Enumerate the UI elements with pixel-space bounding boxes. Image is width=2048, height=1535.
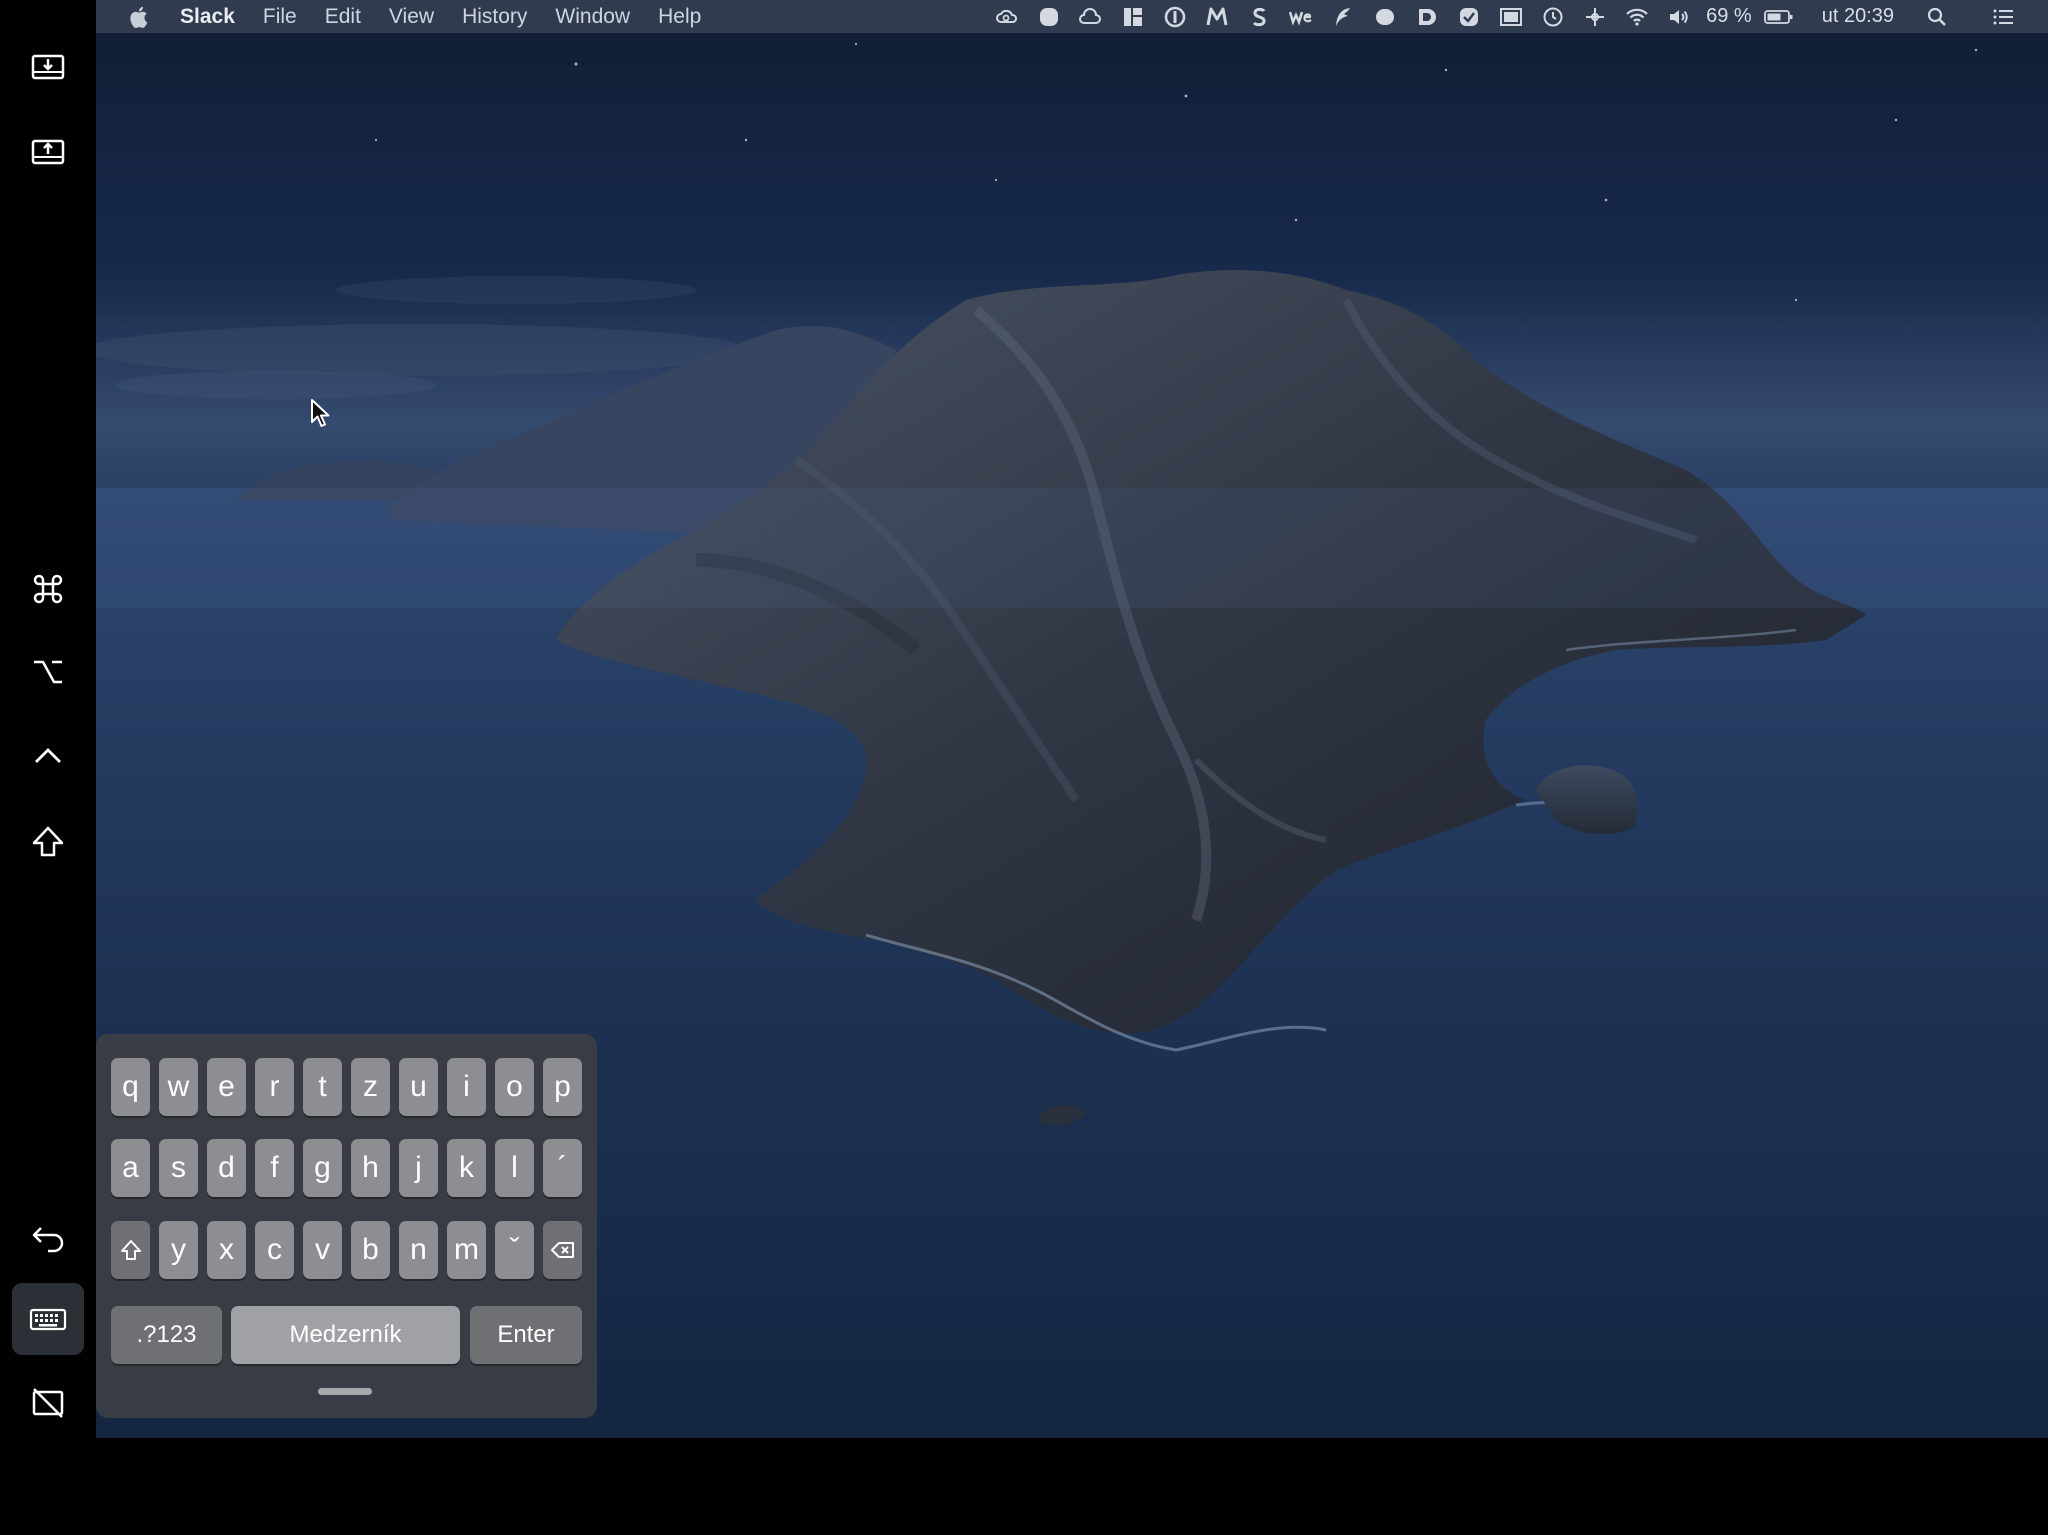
virtual-keyboard: q w e r t z u i o p a s d f g h j k l ´ …	[96, 1034, 597, 1418]
menu-edit[interactable]: Edit	[311, 0, 375, 33]
flux-icon[interactable]	[1322, 0, 1364, 33]
key-e[interactable]: e	[207, 1058, 246, 1116]
time-machine-icon[interactable]	[1532, 0, 1574, 33]
creative-cloud-icon[interactable]	[986, 0, 1028, 33]
window-app-icon[interactable]	[1490, 0, 1532, 33]
key-z[interactable]: z	[351, 1058, 390, 1116]
we-app-icon[interactable]	[1280, 0, 1322, 33]
menu-history[interactable]: History	[448, 0, 541, 33]
command-key-icon	[33, 574, 63, 604]
menu-window[interactable]: Window	[541, 0, 644, 33]
notification-center-icon[interactable]	[1958, 0, 2048, 33]
key-p[interactable]: p	[543, 1058, 582, 1116]
key-u[interactable]: u	[399, 1058, 438, 1116]
control-key-icon	[35, 748, 61, 763]
control-key-button[interactable]	[12, 720, 84, 792]
disconnect-display-button[interactable]	[12, 1366, 84, 1438]
apple-icon	[130, 6, 148, 28]
key-enter[interactable]: Enter	[470, 1306, 582, 1364]
command-key-button[interactable]	[12, 553, 84, 625]
option-key-button[interactable]	[12, 636, 84, 708]
mouse-pointer-icon	[311, 399, 330, 427]
key-space[interactable]: Medzerník	[231, 1306, 460, 1364]
key-n[interactable]: n	[399, 1221, 438, 1279]
key-s[interactable]: s	[159, 1139, 198, 1197]
upload-screen-icon	[31, 139, 65, 165]
key-a[interactable]: a	[111, 1139, 150, 1197]
key-q[interactable]: q	[111, 1058, 150, 1116]
keyboard-toggle-button[interactable]	[12, 1283, 84, 1355]
key-c[interactable]: c	[255, 1221, 294, 1279]
shift-key-icon	[32, 826, 64, 857]
record-icon[interactable]	[1028, 0, 1070, 33]
disconnect-display-icon	[32, 1388, 64, 1418]
key-w[interactable]: w	[159, 1058, 198, 1116]
battery-icon[interactable]	[1758, 0, 1800, 33]
keyboard-drag-handle[interactable]	[318, 1388, 372, 1395]
menubar-clock[interactable]: ut 20:39	[1800, 5, 1916, 28]
key-k[interactable]: k	[447, 1139, 486, 1197]
volume-icon[interactable]	[1658, 0, 1700, 33]
wifi-icon[interactable]	[1616, 0, 1658, 33]
key-g[interactable]: g	[303, 1139, 342, 1197]
key-r[interactable]: r	[255, 1058, 294, 1116]
menu-view[interactable]: View	[375, 0, 448, 33]
option-key-icon	[34, 660, 62, 684]
key-l[interactable]: l	[495, 1139, 534, 1197]
key-j[interactable]: j	[399, 1139, 438, 1197]
key-h[interactable]: h	[351, 1139, 390, 1197]
app-menu-slack[interactable]: Slack	[166, 0, 249, 33]
m-app-icon[interactable]	[1196, 0, 1238, 33]
key-y[interactable]: y	[159, 1221, 198, 1279]
grid-app-icon[interactable]	[1112, 0, 1154, 33]
menu-file[interactable]: File	[249, 0, 311, 33]
key-b[interactable]: b	[351, 1221, 390, 1279]
download-screen-button[interactable]	[12, 32, 84, 104]
undo-button[interactable]	[12, 1200, 84, 1272]
remote-sidebar	[0, 0, 96, 1535]
key-backspace[interactable]	[543, 1221, 582, 1279]
key-shift[interactable]	[111, 1221, 150, 1279]
upload-screen-button[interactable]	[12, 117, 84, 189]
check-app-icon[interactable]	[1448, 0, 1490, 33]
key-o[interactable]: o	[495, 1058, 534, 1116]
menu-help[interactable]: Help	[644, 0, 715, 33]
keyboard-icon	[29, 1308, 67, 1331]
undo-icon	[32, 1227, 64, 1253]
circle-app-icon[interactable]	[1364, 0, 1406, 33]
s-app-icon[interactable]	[1238, 0, 1280, 33]
one-password-icon[interactable]	[1154, 0, 1196, 33]
menu-bar: Slack File Edit View History Window Help	[96, 0, 2048, 33]
key-acute[interactable]: ´	[543, 1139, 582, 1197]
key-d[interactable]: d	[207, 1139, 246, 1197]
backspace-icon	[550, 1242, 574, 1258]
key-t[interactable]: t	[303, 1058, 342, 1116]
key-f[interactable]: f	[255, 1139, 294, 1197]
download-screen-icon	[31, 54, 65, 80]
key-i[interactable]: i	[447, 1058, 486, 1116]
move-icon[interactable]	[1574, 0, 1616, 33]
d-app-icon[interactable]	[1406, 0, 1448, 33]
key-caron[interactable]: ˇ	[495, 1221, 534, 1279]
spotlight-icon[interactable]	[1916, 0, 1958, 33]
screen: Slack File Edit View History Window Help	[0, 0, 2048, 1535]
apple-menu[interactable]	[96, 6, 166, 28]
key-v[interactable]: v	[303, 1221, 342, 1279]
shift-icon	[120, 1240, 141, 1260]
key-x[interactable]: x	[207, 1221, 246, 1279]
key-numbers[interactable]: .?123	[111, 1306, 222, 1364]
key-m[interactable]: m	[447, 1221, 486, 1279]
shift-key-button[interactable]	[12, 806, 84, 878]
heart-cloud-icon[interactable]	[1070, 0, 1112, 33]
battery-percentage: 69 %	[1706, 5, 1752, 27]
